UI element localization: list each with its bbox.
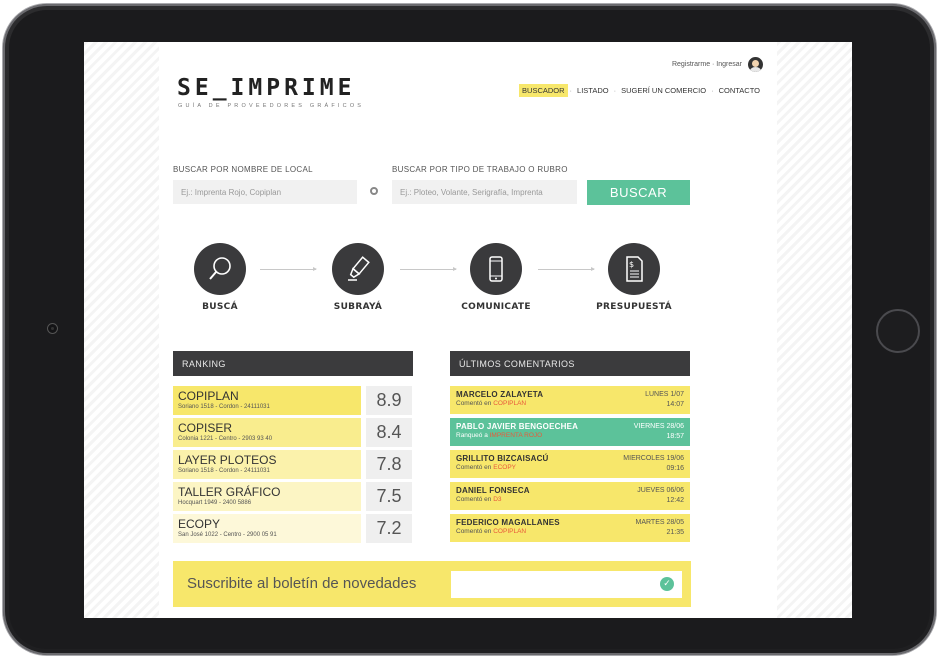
ranking-name-box: COPISER Colonia 1221 - Centro - 2903 93 … (173, 418, 361, 447)
comment-action-text: Ranqueó a (456, 432, 488, 439)
step-subraya: SUBRAYÁ (298, 243, 418, 312)
comment-date: LUNES 1/07 14:07 (645, 390, 684, 410)
step-presupuesta: $ PRESUPUESTÁ (574, 243, 694, 312)
newsletter-bar: Suscribite al boletín de novedades ✓ (173, 561, 691, 607)
front-camera-icon (47, 323, 58, 334)
search-by-type-label: BUSCAR POR TIPO DE TRABAJO O RUBRO (392, 165, 568, 174)
comment-item[interactable]: GRILLITO BIZCAISACÚ Comentó en ECOPY MIE… (450, 450, 690, 478)
comment-day: LUNES 1/07 (645, 391, 684, 398)
nav-item-buscador[interactable]: BUSCADOR (519, 84, 568, 97)
register-login-link[interactable]: Registrarme · Ingresar (672, 61, 742, 68)
page-content: Registrarme · Ingresar SE_IMPRIME GUÍA D… (159, 42, 777, 618)
ranking-shop-name: ECOPY (178, 517, 221, 531)
ranking-score: 7.5 (366, 482, 412, 511)
search-by-type-input[interactable] (392, 180, 577, 204)
comments-header: ÚLTIMOS COMENTARIOS (450, 351, 690, 376)
highlighter-icon (332, 243, 384, 295)
site-logo[interactable]: SE_IMPRIME GUÍA DE PROVEEDORES GRÁFICOS (175, 75, 364, 109)
nav-item-contacto[interactable]: CONTACTO (716, 84, 763, 97)
ranking-name-box: COPIPLAN Soriano 1518 - Cordon - 2411103… (173, 386, 361, 415)
comment-date: VIERNES 28/06 18:57 (634, 422, 684, 442)
comment-shop-link[interactable]: COPIPLAN (493, 400, 526, 407)
browser-screen: Registrarme · Ingresar SE_IMPRIME GUÍA D… (84, 42, 852, 618)
comment-time: 21:35 (666, 529, 684, 536)
comment-action-text: Comentó en (456, 528, 492, 535)
ranking-shop-name: TALLER GRÁFICO (178, 485, 281, 499)
comment-action-text: Comentó en (456, 464, 492, 471)
step-label: PRESUPUESTÁ (596, 302, 672, 312)
ranking-row[interactable]: COPIPLAN Soriano 1518 - Cordon - 2411103… (173, 386, 412, 415)
search-by-name-input[interactable] (173, 180, 357, 204)
nav-item-listado[interactable]: LISTADO (574, 84, 612, 97)
comment-shop-link[interactable]: IMPRENTA ROJO (490, 432, 543, 439)
comment-item[interactable]: FEDERICO MAGALLANES Comentó en COPIPLAN … (450, 514, 690, 542)
step-label: BUSCÁ (202, 302, 238, 312)
avatar-icon[interactable] (748, 57, 763, 72)
nav-item-sugeri-comercio[interactable]: SUGERÍ UN COMERCIO (618, 84, 709, 97)
comment-date: MIERCOLES 19/06 09:16 (623, 454, 684, 474)
comment-item[interactable]: DANIEL FONSECA Comentó en D3 JUEVES 06/0… (450, 482, 690, 510)
background-stripes-left (84, 42, 159, 618)
comment-date: MARTES 28/05 21:35 (635, 518, 684, 538)
ranking-name-box: ECOPY San José 1022 - Centro - 2900 05 9… (173, 514, 361, 543)
search-button[interactable]: BUSCAR (587, 180, 690, 205)
comment-day: MARTES 28/05 (635, 519, 684, 526)
comment-shop-link[interactable]: COPIPLAN (493, 528, 526, 535)
ranking-shop-address: San José 1022 - Centro - 2900 05 91 (178, 532, 277, 538)
ranking-shop-name: COPISER (178, 421, 233, 435)
comment-time: 18:57 (666, 433, 684, 440)
brand-tagline: GUÍA DE PROVEEDORES GRÁFICOS (178, 103, 365, 109)
comment-shop-link[interactable]: D3 (493, 496, 501, 503)
ranking-score: 8.4 (366, 418, 412, 447)
ranking-shop-address: Soriano 1518 - Cordon - 24111031 (178, 468, 270, 474)
invoice-icon: $ (608, 243, 660, 295)
ranking-shop-address: Hocquart 1949 - 2400 5886 (178, 500, 252, 506)
comment-time: 09:16 (666, 465, 684, 472)
check-icon[interactable]: ✓ (660, 577, 674, 591)
comment-time: 12:42 (666, 497, 684, 504)
home-button[interactable] (876, 309, 920, 353)
ranking-header: RANKING (173, 351, 413, 376)
ranking-shop-name: COPIPLAN (178, 389, 239, 403)
magnifier-icon (194, 243, 246, 295)
comment-time: 14:07 (666, 401, 684, 408)
step-label: SUBRAYÁ (333, 302, 383, 312)
or-circle-icon (370, 187, 378, 195)
ranking-row[interactable]: LAYER PLOTEOS Soriano 1518 - Cordon - 24… (173, 450, 412, 479)
comment-day: VIERNES 28/06 (633, 423, 684, 430)
comment-action-text: Comentó en (456, 496, 492, 503)
comment-item[interactable]: MARCELO ZALAYETA Comentó en COPIPLAN LUN… (450, 386, 690, 414)
step-busca: BUSCÁ (160, 243, 280, 312)
ranking-row[interactable]: TALLER GRÁFICO Hocquart 1949 - 2400 5886… (173, 482, 412, 511)
comment-day: MIERCOLES 19/06 (623, 455, 684, 462)
svg-text:$: $ (629, 260, 634, 269)
ranking-name-box: LAYER PLOTEOS Soriano 1518 - Cordon - 24… (173, 450, 361, 479)
background-stripes-right (777, 42, 852, 618)
ranking-name-box: TALLER GRÁFICO Hocquart 1949 - 2400 5886 (173, 482, 361, 511)
comment-action-text: Comentó en (456, 400, 492, 407)
comment-date: JUEVES 06/06 12:42 (637, 486, 684, 506)
ranking-row[interactable]: ECOPY San José 1022 - Centro - 2900 05 9… (173, 514, 412, 543)
main-nav: BUSCADOR · LISTADO · SUGERÍ UN COMERCIO … (519, 84, 763, 97)
phone-icon (470, 243, 522, 295)
ranking-shop-name: LAYER PLOTEOS (178, 453, 277, 467)
ranking-row[interactable]: COPISER Colonia 1221 - Centro - 2903 93 … (173, 418, 412, 447)
comment-item[interactable]: PABLO JAVIER BENGOECHEA Ranqueó a IMPREN… (450, 418, 690, 446)
ranking-shop-address: Soriano 1518 - Cordon - 24111031 (178, 404, 270, 410)
comment-day: JUEVES 06/06 (637, 487, 684, 494)
newsletter-email-input[interactable] (451, 571, 682, 598)
user-links: Registrarme · Ingresar (672, 57, 763, 72)
ranking-score: 8.9 (366, 386, 412, 415)
ranking-score: 7.2 (366, 514, 412, 543)
step-label: COMUNICATE (461, 302, 531, 312)
newsletter-text: Suscribite al boletín de novedades (187, 575, 417, 592)
ranking-score: 7.8 (366, 450, 412, 479)
step-comunicate: COMUNICATE (436, 243, 556, 312)
brand-name: SE_IMPRIME (175, 75, 358, 101)
search-by-name-label: BUSCAR POR NOMBRE DE LOCAL (173, 165, 313, 174)
ranking-shop-address: Colonia 1221 - Centro - 2903 93 40 (178, 436, 273, 442)
comment-shop-link[interactable]: ECOPY (493, 464, 516, 471)
